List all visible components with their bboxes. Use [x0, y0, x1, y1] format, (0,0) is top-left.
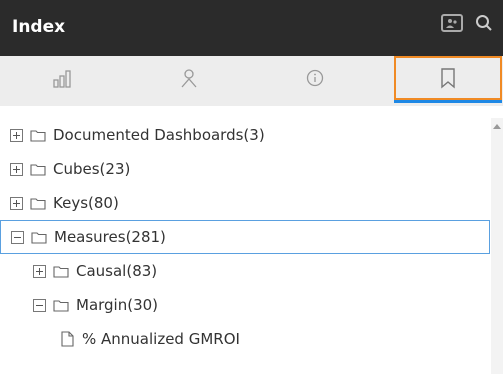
expand-icon[interactable]	[10, 196, 23, 210]
tree-item-causal[interactable]: Causal(83)	[0, 254, 503, 288]
expand-icon[interactable]	[10, 128, 23, 142]
tree-item-label: Margin(30)	[76, 296, 159, 314]
tree-item-annualized-gmroi[interactable]: % Annualized GMROI	[0, 322, 503, 356]
user-icon	[181, 69, 197, 88]
tree-item-keys[interactable]: Keys(80)	[0, 186, 500, 220]
folder-icon	[30, 197, 46, 210]
tree-item-cubes[interactable]: Cubes(23)	[0, 152, 500, 186]
folder-icon	[53, 265, 69, 278]
folder-icon	[31, 231, 47, 244]
search-icon[interactable]	[475, 14, 493, 32]
tab-bar	[0, 56, 503, 106]
bookmark-icon	[441, 68, 455, 89]
index-header: Index	[0, 0, 503, 56]
vertical-scrollbar[interactable]	[491, 118, 503, 374]
tree-item-label: Documented Dashboards(3)	[53, 126, 265, 144]
tab-bookmarks[interactable]	[394, 56, 502, 100]
scroll-up-icon[interactable]	[493, 124, 501, 129]
folder-icon	[30, 163, 46, 176]
info-icon	[306, 69, 324, 87]
collapse-icon[interactable]	[33, 298, 46, 312]
tree-item-measures[interactable]: Measures(281)	[0, 220, 490, 254]
tree-item-label: Causal(83)	[76, 262, 158, 280]
tree-item-label: Keys(80)	[53, 194, 119, 212]
panel-title: Index	[12, 17, 66, 37]
tree-item-margin[interactable]: Margin(30)	[0, 288, 503, 322]
document-icon	[61, 331, 74, 347]
tree-item-label: Measures(281)	[54, 228, 166, 246]
folder-icon	[30, 129, 46, 142]
tab-user[interactable]	[126, 56, 252, 100]
collapse-icon[interactable]	[11, 230, 24, 244]
bar-chart-icon	[53, 70, 71, 88]
tree-item-label: % Annualized GMROI	[82, 330, 240, 348]
tab-metrics[interactable]	[0, 56, 126, 100]
tab-info[interactable]	[252, 56, 378, 100]
active-tab-indicator	[394, 100, 502, 103]
expand-icon[interactable]	[33, 264, 46, 278]
expand-icon[interactable]	[10, 162, 23, 176]
tree-item-documented-dashboards[interactable]: Documented Dashboards(3)	[0, 118, 500, 152]
folder-icon	[53, 299, 69, 312]
tree-item-label: Cubes(23)	[53, 160, 131, 178]
presentation-icon[interactable]	[441, 14, 463, 32]
